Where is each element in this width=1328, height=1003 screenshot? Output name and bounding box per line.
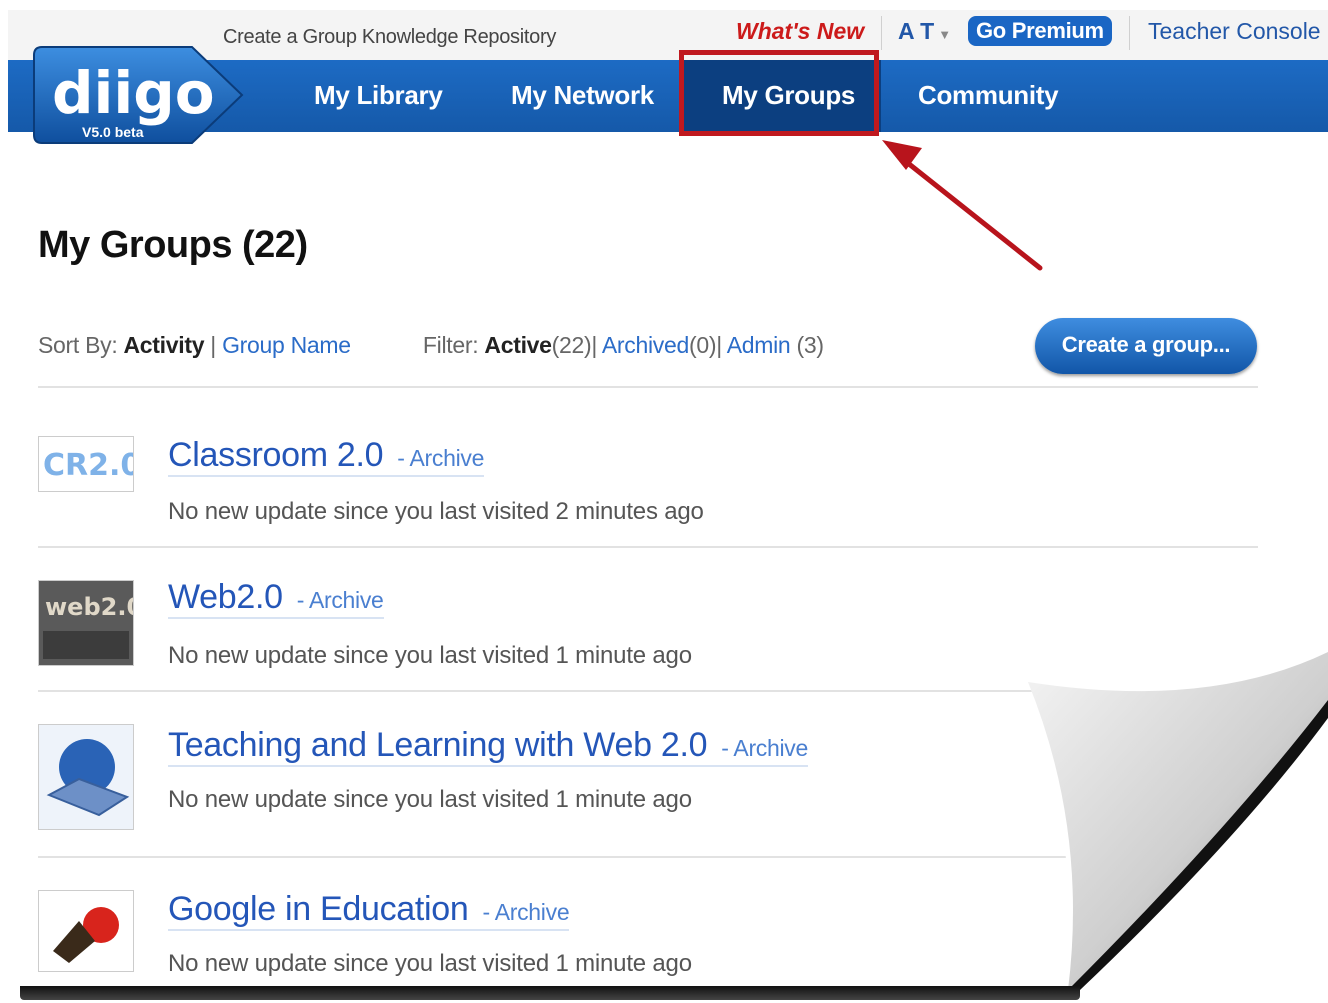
group-name: Classroom 2.0 [168, 436, 384, 474]
sort-filter-bar: Sort By: Activity | Group Name Filter: A… [38, 332, 824, 359]
whats-new-link[interactable]: What's New [736, 18, 864, 45]
teacher-console-link[interactable]: Teacher Console [1148, 18, 1321, 45]
nav-community[interactable]: Community [918, 80, 1059, 111]
user-name: A T [898, 18, 935, 44]
group-status: No new update since you last visited 1 m… [168, 786, 692, 813]
group-thumbnail[interactable]: web2.0 [38, 580, 134, 666]
logo-text: diigo [52, 59, 215, 127]
filter-archived[interactable]: Archived [602, 332, 689, 358]
page-shadow [20, 986, 1080, 1000]
group-name-link[interactable]: Google in Education - Archive [168, 890, 570, 931]
sort-label: Sort By: [38, 332, 118, 358]
tagline: Create a Group Knowledge Repository [223, 26, 557, 48]
nav-my-library[interactable]: My Library [314, 80, 443, 111]
go-premium-button[interactable]: Go Premium [968, 16, 1112, 46]
group-status: No new update since you last visited 1 m… [168, 642, 692, 669]
filter-label: Filter: [422, 332, 479, 358]
archive-link[interactable]: - Archive [397, 445, 484, 471]
filter-active[interactable]: Active [484, 332, 552, 358]
sort-group-name[interactable]: Group Name [222, 332, 351, 358]
highlight-box [679, 50, 879, 136]
user-menu[interactable]: A T ▼ [898, 18, 951, 45]
group-thumbnail[interactable]: CR2.0 [38, 436, 134, 492]
page-title: My Groups (22) [38, 224, 308, 266]
group-name-link[interactable]: Teaching and Learning with Web 2.0 - Arch… [168, 726, 808, 767]
archive-link[interactable]: - Archive [483, 899, 570, 925]
group-name-link[interactable]: Classroom 2.0 - Archive [168, 436, 484, 477]
group-status: No new update since you last visited 2 m… [168, 498, 704, 525]
thumb-text: CR2.0 [43, 448, 134, 483]
group-thumbnail[interactable] [38, 890, 134, 972]
filter-active-count: (22) [551, 332, 592, 358]
group-item: Teaching and Learning with Web 2.0 - Arch… [38, 718, 1258, 858]
logo-version: V5.0 beta [82, 124, 144, 140]
thumb-text: web2.0 [45, 593, 134, 621]
separator: | [210, 332, 216, 358]
filter-admin[interactable]: Admin [727, 332, 791, 358]
group-name-link[interactable]: Web2.0 - Archive [168, 578, 384, 619]
group-name: Teaching and Learning with Web 2.0 [168, 726, 708, 764]
divider [38, 386, 1258, 388]
sort-activity[interactable]: Activity [124, 332, 205, 358]
group-name: Web2.0 [168, 578, 283, 616]
separator: | [716, 332, 722, 358]
divider [881, 16, 882, 50]
page: Create a Group Knowledge Repository What… [8, 10, 1328, 990]
divider [1129, 16, 1130, 50]
group-thumbnail[interactable] [38, 724, 134, 830]
archive-link[interactable]: - Archive [297, 587, 384, 613]
group-item: Google in Education - Archive No new upda… [38, 882, 1258, 990]
divider [38, 690, 1258, 692]
group-status: No new update since you last visited 1 m… [168, 950, 692, 977]
divider [38, 856, 1258, 858]
separator: | [591, 332, 598, 358]
group-name: Google in Education [168, 890, 469, 928]
filter-admin-count: (3) [796, 332, 825, 358]
divider [38, 546, 1258, 548]
nav-my-network[interactable]: My Network [511, 80, 654, 111]
create-group-button[interactable]: Create a group... [1035, 318, 1257, 374]
caret-down-icon: ▼ [938, 27, 952, 42]
diigo-logo[interactable]: diigo V5.0 beta [20, 45, 245, 145]
archive-link[interactable]: - Archive [721, 735, 808, 761]
filter-archived-count: (0) [688, 332, 717, 358]
